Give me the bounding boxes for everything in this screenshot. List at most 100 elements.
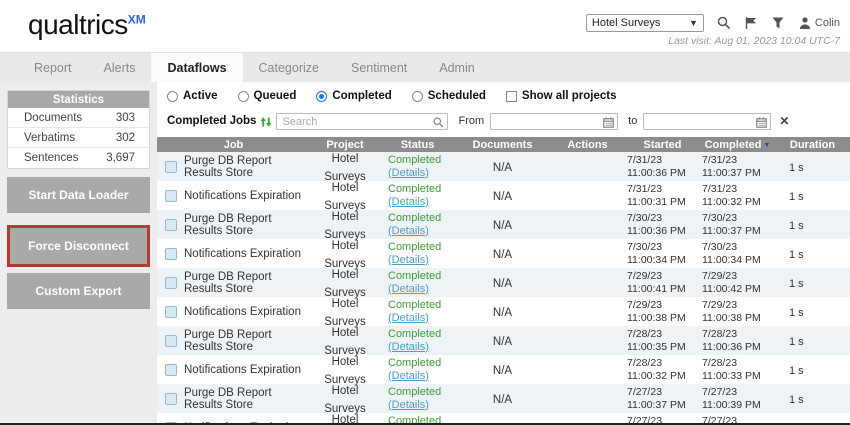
status-text: Completed	[388, 154, 455, 167]
refresh-icon[interactable]	[260, 115, 272, 127]
row-checkbox[interactable]	[165, 219, 177, 231]
details-link[interactable]: (Details)	[388, 196, 455, 209]
main-nav: ReportAlertsDataflowsCategorizeSentiment…	[0, 52, 850, 82]
job-name: Notifications Expiration	[184, 190, 301, 202]
job-name: Notifications Expiration	[184, 422, 301, 425]
stat-label: Verbatims	[24, 132, 75, 143]
column-header-job[interactable]: Job▼	[157, 139, 310, 151]
details-link[interactable]: (Details)	[388, 254, 455, 267]
column-header-completed[interactable]: Completed▼	[700, 139, 775, 151]
row-checkbox[interactable]	[165, 393, 177, 405]
project-select-value: Hotel Surveys	[592, 17, 660, 29]
completed-timestamp: 7/31/23 11:00:32 PM	[702, 183, 775, 208]
details-link[interactable]: (Details)	[388, 341, 455, 354]
column-header-status[interactable]: Status▼	[380, 139, 455, 151]
row-checkbox[interactable]	[165, 161, 177, 173]
to-label: to	[628, 115, 637, 127]
duration-value: 1 s	[789, 191, 804, 203]
status-radio-scheduled[interactable]: Scheduled	[412, 90, 486, 102]
column-header-started[interactable]: Started▼	[625, 139, 700, 151]
calendar-icon[interactable]	[603, 115, 614, 126]
custom-export-wrap: Custom Export	[7, 273, 150, 309]
started-timestamp: 7/31/23 11:00:31 PM	[627, 183, 700, 208]
row-checkbox[interactable]	[165, 422, 177, 425]
show-all-projects-checkbox[interactable]: Show all projects	[506, 90, 617, 102]
nav-tab-sentiment[interactable]: Sentiment	[335, 53, 423, 82]
row-checkbox[interactable]	[165, 364, 177, 376]
flag-icon[interactable]	[744, 16, 758, 30]
row-checkbox[interactable]	[165, 248, 177, 260]
details-link[interactable]: (Details)	[388, 370, 455, 383]
row-checkbox[interactable]	[165, 277, 177, 289]
checkbox	[506, 91, 517, 102]
statistics-row: Sentences 3,697	[8, 148, 149, 168]
chevron-down-icon: ▼	[689, 18, 698, 28]
project-select[interactable]: Hotel Surveys ▼	[586, 14, 704, 32]
stat-label: Documents	[24, 112, 82, 123]
nav-tab-categorize[interactable]: Categorize	[243, 53, 335, 82]
completed-timestamp: 7/28/23 11:00:33 PM	[702, 357, 775, 382]
nav-tab-dataflows[interactable]: Dataflows	[151, 53, 242, 82]
filter-icon[interactable]	[771, 16, 785, 30]
column-header-actions[interactable]: Actions▼	[550, 139, 625, 151]
radio-dot	[412, 91, 423, 102]
from-label: From	[458, 115, 484, 127]
row-checkbox[interactable]	[165, 190, 177, 202]
details-link[interactable]: (Details)	[388, 167, 455, 180]
status-filter-group: Active Queued Completed Scheduled Show a…	[157, 88, 850, 104]
dataflows-content: Active Queued Completed Scheduled Show a…	[157, 82, 850, 424]
column-header-documents[interactable]: Documents▼	[455, 139, 550, 151]
duration-value: 1 s	[789, 162, 804, 174]
status-radio-completed[interactable]: Completed	[316, 90, 391, 102]
job-table-row: Notifications Expiration Hotel Surveys C…	[157, 297, 850, 326]
nav-tab-report[interactable]: Report	[18, 53, 88, 82]
job-table-row: Purge DB Report Results Store Hotel Surv…	[157, 152, 850, 181]
started-timestamp: 7/28/23 11:00:35 PM	[627, 328, 700, 353]
started-timestamp: 7/30/23 11:00:36 PM	[627, 212, 700, 237]
calendar-icon[interactable]	[756, 115, 767, 126]
table-header-row: Job▼Project▼Status▼Documents▼Actions▼Sta…	[157, 137, 850, 152]
details-link[interactable]: (Details)	[388, 283, 455, 296]
documents-value: N/A	[493, 278, 512, 290]
annotation-highlight-box: Force Disconnect	[7, 225, 150, 267]
nav-tab-alerts[interactable]: Alerts	[88, 53, 152, 82]
from-date-input[interactable]	[490, 113, 618, 130]
job-table-row: Notifications Expiration Hotel Surveys C…	[157, 413, 850, 425]
details-link[interactable]: (Details)	[388, 312, 455, 325]
documents-value: N/A	[493, 162, 512, 174]
radio-dot	[167, 91, 178, 102]
documents-value: N/A	[493, 220, 512, 232]
radio-dot	[316, 91, 327, 102]
started-timestamp: 7/29/23 11:00:41 PM	[627, 270, 700, 295]
stat-value: 3,697	[106, 152, 135, 164]
status-text: Completed	[388, 415, 455, 425]
stat-value: 302	[116, 132, 135, 143]
statistics-panel: Statistics Documents 303 Verbatims 302 S…	[7, 90, 150, 169]
row-checkbox[interactable]	[165, 306, 177, 318]
jobs-toolbar: Completed Jobs From to	[157, 112, 850, 130]
sidebar: Statistics Documents 303 Verbatims 302 S…	[0, 82, 157, 424]
status-radio-active[interactable]: Active	[167, 90, 218, 102]
nav-tab-admin[interactable]: Admin	[423, 53, 490, 82]
completed-timestamp: 7/28/23 11:00:36 PM	[702, 328, 775, 353]
status-radio-queued[interactable]: Queued	[238, 90, 297, 102]
custom-export-button[interactable]: Custom Export	[7, 273, 150, 309]
jobs-search-input[interactable]	[276, 113, 448, 130]
user-menu[interactable]: Colin	[798, 16, 840, 30]
row-checkbox[interactable]	[165, 335, 177, 347]
start-data-loader-button[interactable]: Start Data Loader	[7, 177, 150, 213]
to-date-input[interactable]	[643, 113, 771, 130]
clear-dates-icon[interactable]: ✕	[779, 114, 789, 128]
force-disconnect-button[interactable]: Force Disconnect	[10, 228, 147, 264]
job-table-row: Purge DB Report Results Store Hotel Surv…	[157, 384, 850, 413]
details-link[interactable]: (Details)	[388, 399, 455, 412]
started-timestamp: 7/27/23 11:00:32 PM	[627, 415, 700, 425]
search-icon[interactable]	[717, 16, 731, 30]
started-timestamp: 7/29/23 11:00:38 PM	[627, 299, 700, 324]
details-link[interactable]: (Details)	[388, 225, 455, 238]
duration-value: 1 s	[789, 220, 804, 232]
user-icon	[798, 16, 812, 30]
completed-jobs-label: Completed Jobs	[167, 115, 256, 127]
status-text: Completed	[388, 212, 455, 225]
column-header-duration[interactable]: Duration▼	[775, 139, 850, 151]
